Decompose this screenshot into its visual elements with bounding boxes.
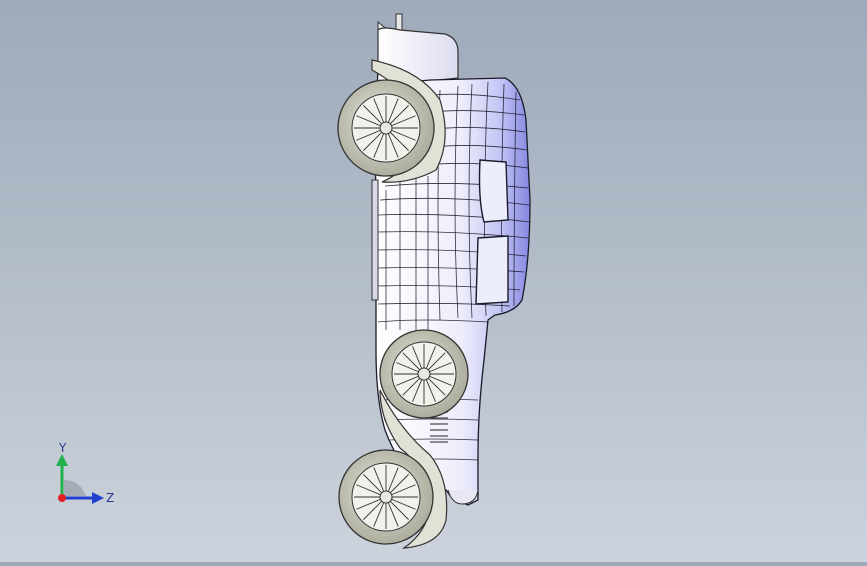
rear-wheel (338, 449, 434, 545)
side-window (475, 235, 509, 305)
middle-wheel (379, 329, 469, 419)
car-model[interactable] (0, 0, 867, 562)
z-axis-arrow-icon (92, 492, 104, 504)
front-wheel (337, 79, 435, 177)
graphics-viewport[interactable] (0, 0, 867, 562)
xy-plane-icon (64, 480, 86, 496)
y-axis-arrow-icon (56, 454, 68, 466)
orientation-triad[interactable]: Y Z (50, 440, 120, 510)
z-axis-label: Z (106, 491, 114, 505)
y-axis-label: Y (58, 441, 67, 455)
side-strip (371, 179, 379, 301)
rear-window (478, 159, 509, 223)
x-axis-dot-icon (58, 494, 66, 502)
